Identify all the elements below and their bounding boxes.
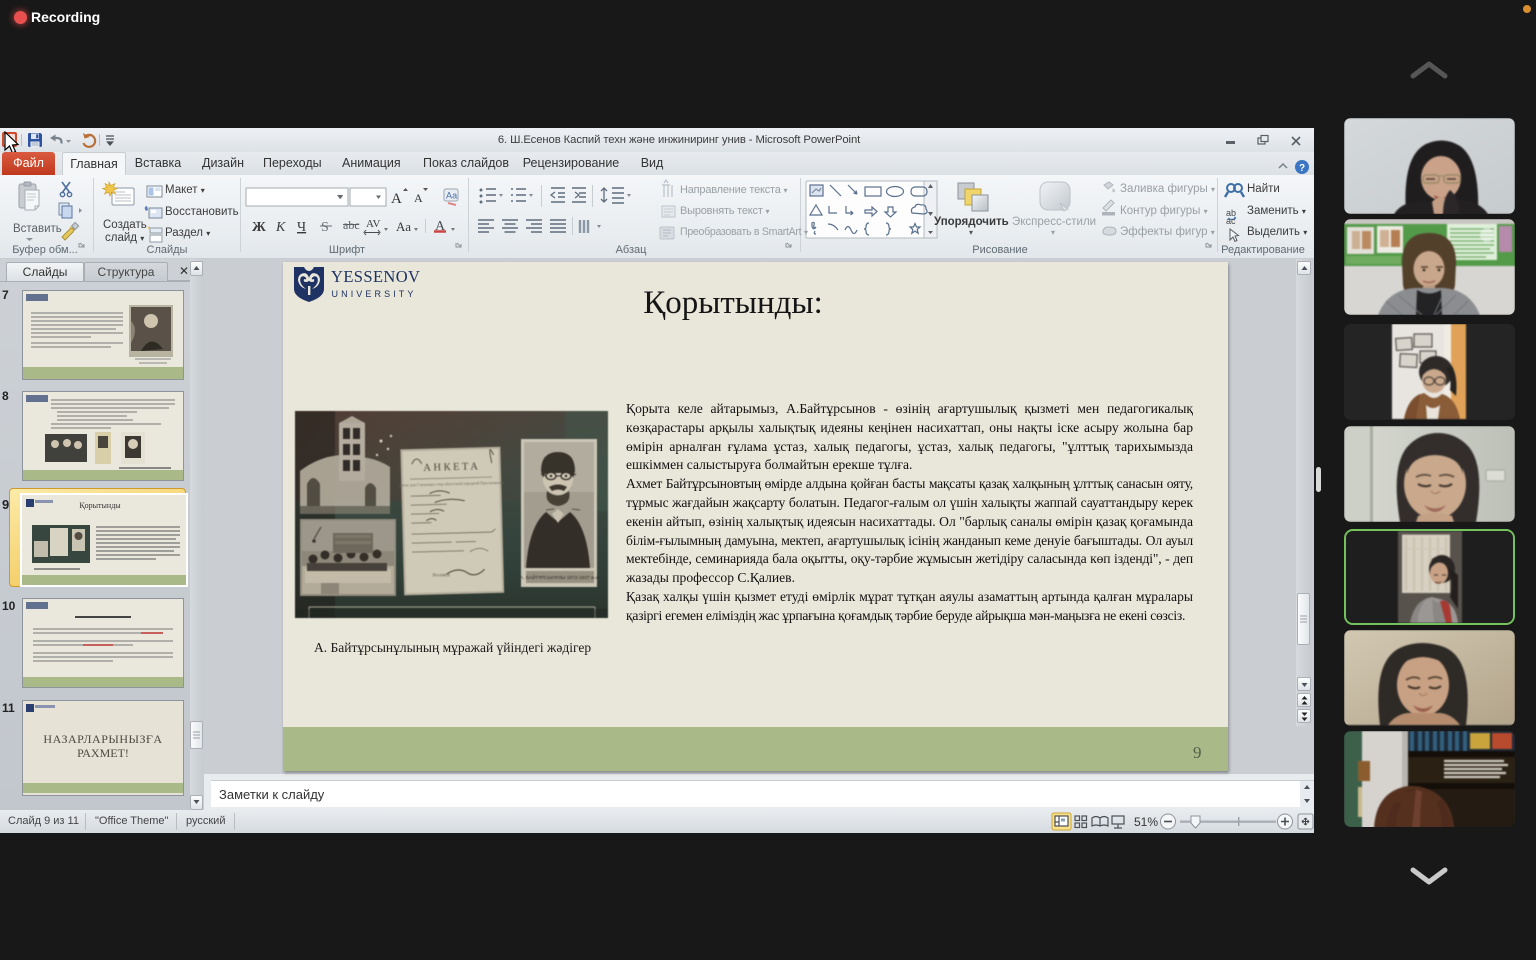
svg-text:А: А: [414, 191, 423, 205]
svg-text:YESSENOV: YESSENOV: [331, 267, 420, 286]
svg-text:Аа: Аа: [396, 219, 411, 234]
svg-text:Ч: Ч: [297, 220, 306, 235]
svg-text:Аа: Аа: [446, 191, 457, 201]
svg-text:АНКЕТА: АНКЕТА: [423, 461, 480, 473]
svg-text:UNIVERSITY: UNIVERSITY: [332, 289, 417, 299]
svg-text:А: А: [391, 191, 402, 207]
svg-text:Қорытынды: Қорытынды: [79, 501, 121, 510]
svg-text:51%: 51%: [1134, 815, 1158, 829]
svg-text:AV: AV: [366, 218, 381, 230]
svg-text:Ж: Ж: [252, 220, 266, 235]
svg-text:К: К: [275, 220, 286, 235]
svg-text:?: ?: [1299, 163, 1305, 174]
svg-text:Роспись: Роспись: [433, 573, 451, 578]
svg-text:РАХМЕТ!: РАХМЕТ!: [77, 746, 129, 760]
svg-text:НАЗАРЛАРЫНЫЗҒА: НАЗАРЛАРЫНЫЗҒА: [43, 732, 162, 746]
svg-text:ac: ac: [1226, 216, 1236, 226]
svg-text:S: S: [321, 220, 329, 235]
